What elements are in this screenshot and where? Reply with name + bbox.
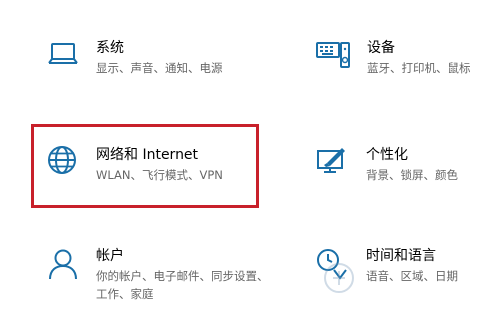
tile-description-line1: 你的帐户、电子邮件、同步设置、: [96, 269, 269, 283]
tile-title: 设备: [367, 40, 395, 56]
paint-monitor-icon: [316, 145, 348, 179]
tile-devices[interactable]: 设备 蓝牙、打印机、鼠标: [316, 40, 486, 80]
tile-description: 背景、锁屏、颜色: [366, 168, 458, 182]
watermark-overlay: [319, 253, 489, 308]
tile-description: 蓝牙、打印机、鼠标: [367, 61, 471, 75]
tile-title: 网络和 Internet: [96, 147, 199, 163]
tile-description: 显示、声音、通知、电源: [96, 61, 223, 75]
tile-accounts[interactable]: 帐户 你的帐户、电子邮件、同步设置、 工作、家庭: [48, 248, 269, 304]
keyboard-speaker-icon: [316, 40, 350, 74]
person-icon: [48, 248, 78, 284]
tile-network-internet[interactable]: 网络和 Internet WLAN、飞行模式、VPN: [47, 145, 247, 185]
globe-icon: [47, 145, 77, 179]
tile-system[interactable]: 系统 显示、声音、通知、电源: [48, 40, 248, 80]
tile-title: 个性化: [366, 147, 408, 163]
tile-description: WLAN、飞行模式、VPN: [96, 168, 223, 182]
tile-description-line2: 工作、家庭: [96, 287, 154, 301]
tile-title: 系统: [96, 40, 124, 56]
tile-title: 帐户: [96, 248, 124, 264]
laptop-icon: [48, 42, 78, 70]
tile-personalization[interactable]: 个性化 背景、锁屏、颜色: [316, 145, 486, 185]
